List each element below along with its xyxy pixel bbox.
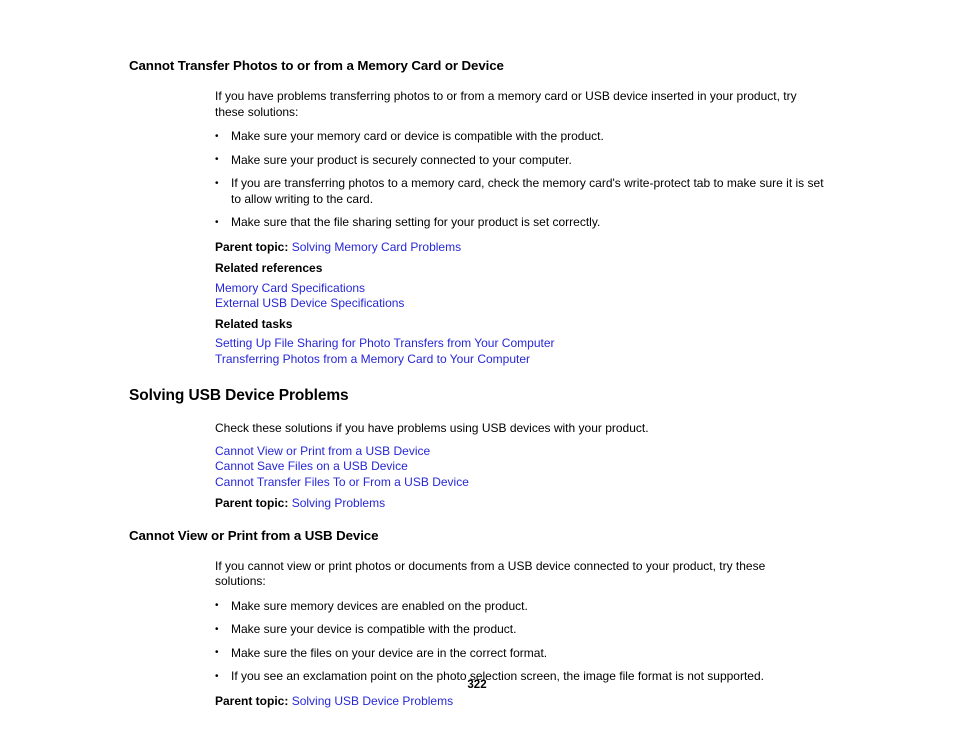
parent-topic-label: Parent topic: <box>215 239 289 254</box>
intro-paragraph: If you cannot view or print photos or do… <box>215 558 766 589</box>
page-content: Cannot Transfer Photos to or from a Memo… <box>129 58 829 709</box>
list-item: Make sure your device is compatible with… <box>215 622 827 638</box>
intro-paragraph: Check these solutions if you have proble… <box>215 421 649 436</box>
parent-topic-link[interactable]: Solving USB Device Problems <box>292 694 453 708</box>
related-task-link[interactable]: Transferring Photos from a Memory Card t… <box>215 352 829 368</box>
list-item: Make sure the files on your device are i… <box>215 645 827 662</box>
related-reference-link[interactable]: Memory Card Specifications <box>215 281 829 297</box>
intro-paragraph: If you have problems transferring photos… <box>215 89 797 119</box>
child-topic-link[interactable]: Cannot Transfer Files To or From a USB D… <box>215 475 829 491</box>
related-references-label: Related references <box>215 261 323 276</box>
parent-topic: Parent topic: Solving Problems <box>215 496 829 512</box>
list-item: If you are transferring photos to a memo… <box>215 176 827 207</box>
related-task-link[interactable]: Setting Up File Sharing for Photo Transf… <box>215 336 829 352</box>
parent-topic: Parent topic: Solving USB Device Problem… <box>215 694 829 710</box>
section-heading-cannot-view-or-print: Cannot View or Print from a USB Device <box>129 527 379 543</box>
section-heading-solving-usb-device-problems: Solving USB Device Problems <box>129 387 349 405</box>
list-item: Make sure your memory card or device is … <box>215 129 827 145</box>
list-item: Make sure memory devices are enabled on … <box>215 598 827 615</box>
parent-topic-link[interactable]: Solving Memory Card Problems <box>292 240 461 254</box>
solutions-list: Make sure your memory card or device is … <box>215 129 829 231</box>
list-item: Make sure that the file sharing setting … <box>215 215 827 231</box>
page-number: 322 <box>467 679 487 691</box>
child-topic-link[interactable]: Cannot Save Files on a USB Device <box>215 459 829 475</box>
solutions-list: Make sure memory devices are enabled on … <box>215 598 829 685</box>
parent-topic-link[interactable]: Solving Problems <box>292 496 385 510</box>
related-reference-link[interactable]: External USB Device Specifications <box>215 296 829 312</box>
parent-topic: Parent topic: Solving Memory Card Proble… <box>215 240 829 256</box>
section-heading-cannot-transfer-photos: Cannot Transfer Photos to or from a Memo… <box>129 58 504 73</box>
related-tasks-label: Related tasks <box>215 316 293 331</box>
document-page: Cannot Transfer Photos to or from a Memo… <box>0 0 954 738</box>
child-topic-link[interactable]: Cannot View or Print from a USB Device <box>215 444 829 460</box>
section-body-cannot-transfer-photos: If you have problems transferring photos… <box>215 89 829 367</box>
list-item: Make sure your product is securely conne… <box>215 152 827 169</box>
parent-topic-label: Parent topic: <box>215 496 289 511</box>
section-body-solving-usb-device-problems: Check these solutions if you have proble… <box>215 421 829 512</box>
parent-topic-label: Parent topic: <box>215 693 289 708</box>
